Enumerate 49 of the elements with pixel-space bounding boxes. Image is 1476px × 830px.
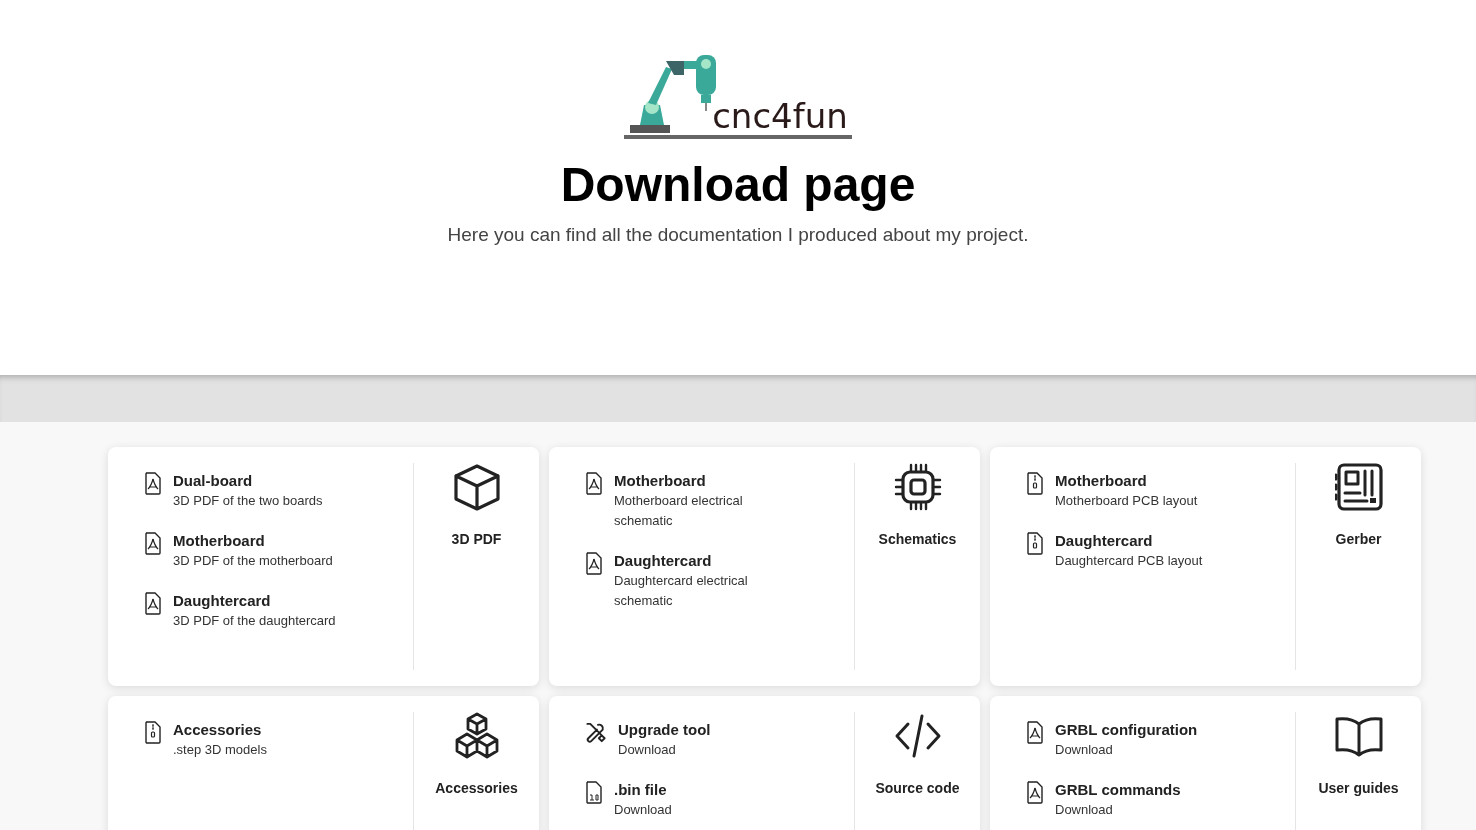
download-link[interactable]: Upgrade tool xyxy=(618,720,711,740)
file-description: 3D PDF of the two boards xyxy=(173,492,323,510)
page-title: Download page xyxy=(560,157,916,212)
zip-file-icon xyxy=(1025,532,1045,555)
file-description: Download xyxy=(1055,741,1114,759)
download-link[interactable]: Accessories xyxy=(173,720,267,740)
page-subtitle: Here you can find all the documentation I produced about my project. xyxy=(447,224,1029,246)
download-link[interactable]: Daughtercard xyxy=(173,591,336,611)
category-label: Source code xyxy=(875,780,960,796)
category-label: Accessories xyxy=(435,780,518,796)
chip-icon xyxy=(893,463,942,511)
category-label: 3D PDF xyxy=(451,531,502,547)
code-icon xyxy=(893,712,942,760)
zip-file-icon xyxy=(1025,472,1045,495)
binary-file-icon xyxy=(584,781,604,804)
file-description: Download xyxy=(614,801,672,819)
download-link[interactable]: GRBL commands xyxy=(1055,780,1181,800)
download-link[interactable]: .bin file xyxy=(614,780,672,800)
pdf-file-icon xyxy=(584,552,604,575)
zip-file-icon xyxy=(143,721,163,744)
tools-icon xyxy=(584,721,608,744)
pdf-file-icon xyxy=(1025,721,1045,744)
file-description: Daughtercard PCB layout xyxy=(1055,552,1203,570)
file-description: 3D PDF of the daughtercard xyxy=(173,612,336,630)
file-description: Motherboard electrical schematic xyxy=(614,492,744,530)
category-label: User guides xyxy=(1318,780,1399,796)
pdf-file-icon xyxy=(584,472,604,495)
download-link[interactable]: Daughtercard xyxy=(1055,531,1203,551)
pdf-file-icon xyxy=(143,592,163,615)
file-description: 3D PDF of the motherboard xyxy=(173,552,333,570)
circuit-board-icon xyxy=(1334,463,1383,511)
logo-text: cnc4fun xyxy=(712,99,848,135)
pdf-file-icon xyxy=(1025,781,1045,804)
category-label: Gerber xyxy=(1335,531,1382,547)
file-description: Download xyxy=(1055,801,1114,819)
pdf-file-icon xyxy=(143,472,163,495)
pdf-file-icon xyxy=(143,532,163,555)
download-link[interactable]: Motherboard xyxy=(1055,471,1198,491)
download-link[interactable]: GRBL configuration xyxy=(1055,720,1198,740)
file-description: Daughtercard electrical schematic xyxy=(614,572,749,610)
category-label: Schematics xyxy=(878,531,957,547)
download-link[interactable]: Daughtercard xyxy=(614,551,799,571)
file-description: .step 3D models xyxy=(173,741,267,759)
file-description: Download xyxy=(618,741,677,759)
cube-icon xyxy=(452,463,501,511)
download-link[interactable]: Motherboard xyxy=(614,471,799,491)
file-description: Motherboard PCB layout xyxy=(1055,492,1198,510)
download-link[interactable]: Dual-board xyxy=(173,471,323,491)
download-link[interactable]: Motherboard xyxy=(173,531,333,551)
